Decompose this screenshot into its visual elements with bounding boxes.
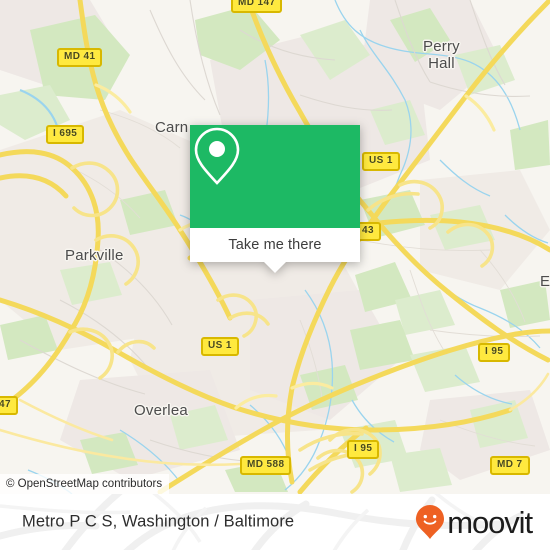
map-attribution[interactable]: © OpenStreetMap contributors	[0, 474, 170, 494]
place-label-line: Perry	[423, 38, 460, 55]
road-shield-i-95-right: I 95	[478, 343, 511, 362]
popup-icon-panel	[190, 125, 360, 228]
place-label-overlea: Overlea	[134, 402, 188, 419]
place-label-parkville: Parkville	[65, 247, 124, 264]
place-label-line: Hall	[428, 55, 455, 72]
road-shield-md-147-left: 47	[0, 396, 18, 415]
take-me-there-label: Take me there	[228, 237, 322, 253]
road-shield-i-95-bottom: I 95	[347, 440, 380, 459]
popup-pointer	[264, 262, 286, 273]
moovit-logo[interactable]: moovit	[415, 504, 533, 540]
road-shield-md-7: MD 7	[490, 456, 530, 475]
place-label-carney: Carn	[155, 119, 189, 136]
location-popup[interactable]: Take me there	[190, 125, 360, 273]
moovit-wordmark: moovit	[447, 504, 533, 540]
map-pin-icon	[194, 127, 240, 185]
moovit-smiling-pin-icon	[416, 505, 445, 539]
road-shield-md-588: MD 588	[240, 456, 292, 475]
road-shield-us-1-mid: US 1	[201, 337, 239, 356]
place-label-e: E	[540, 273, 550, 290]
footer-bar: Metro P C S, Washington / Baltimore moov…	[0, 494, 550, 550]
road-shield-md-41: MD 41	[57, 48, 103, 67]
location-title: Metro P C S, Washington / Baltimore	[22, 512, 295, 531]
road-shield-md-147-top: MD 147	[231, 0, 283, 13]
moovit-map-screen: .land { fill:#f7f5f0; } .urban { fill:#f…	[0, 0, 550, 550]
map-canvas[interactable]: .land { fill:#f7f5f0; } .urban { fill:#f…	[0, 0, 550, 494]
road-shield-i-695: I 695	[46, 125, 85, 144]
place-label-perry-hall: Perry Hall	[423, 38, 460, 72]
road-shield-us-1-upper: US 1	[362, 152, 400, 171]
popup-action-panel[interactable]: Take me there	[190, 228, 360, 273]
